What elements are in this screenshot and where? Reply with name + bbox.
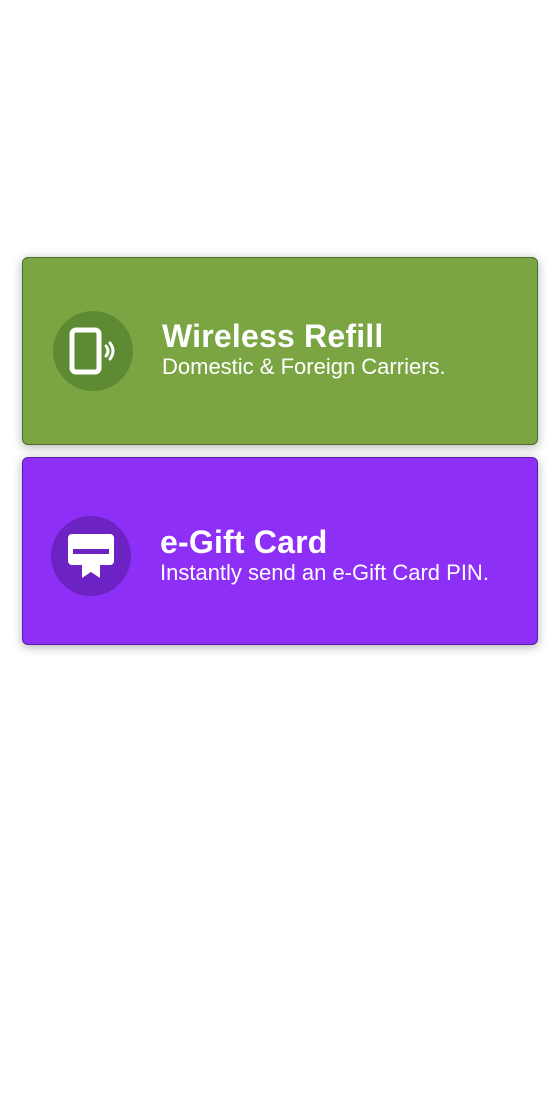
phone-wireless-icon <box>69 327 115 375</box>
wireless-refill-card[interactable]: Wireless Refill Domestic & Foreign Carri… <box>22 257 538 445</box>
wireless-refill-subtitle: Domestic & Foreign Carriers. <box>162 354 446 379</box>
egift-card-card[interactable]: e-Gift Card Instantly send an e-Gift Car… <box>22 457 538 645</box>
wireless-refill-text: Wireless Refill Domestic & Foreign Carri… <box>162 318 446 380</box>
egift-card-icon-circle <box>51 516 131 596</box>
egift-card-subtitle: Instantly send an e-Gift Card PIN. <box>160 560 489 585</box>
wireless-refill-title: Wireless Refill <box>162 318 384 354</box>
gift-card-icon <box>68 534 114 578</box>
egift-card-title: e-Gift Card <box>160 524 328 560</box>
egift-card-text: e-Gift Card Instantly send an e-Gift Car… <box>160 524 489 586</box>
wireless-refill-icon-circle <box>53 311 133 391</box>
